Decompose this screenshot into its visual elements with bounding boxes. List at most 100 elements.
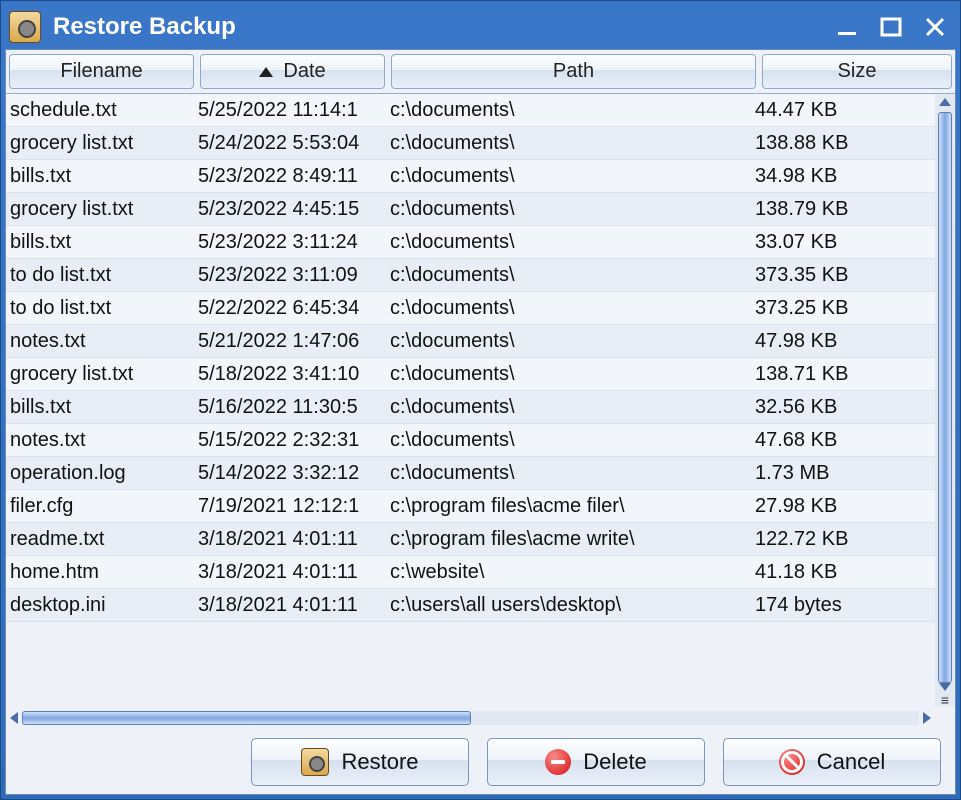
cell-path: c:\documents\ [386,363,755,386]
close-icon [924,16,946,38]
button-label: Restore [341,749,418,775]
cell-filename: to do list.txt [10,297,198,320]
maximize-icon [880,16,902,38]
close-button[interactable] [920,12,950,42]
cell-size: 44.47 KB [755,99,955,122]
cell-filename: filer.cfg [10,495,198,518]
content-panel: Filename Date Path Size schedule.txt5/25… [5,49,956,795]
window-controls [832,12,950,42]
cell-path: c:\users\all users\desktop\ [386,594,755,617]
cell-size: 32.56 KB [755,396,955,419]
table-row[interactable]: grocery list.txt5/24/2022 5:53:04c:\docu… [6,127,955,160]
cell-filename: home.htm [10,561,198,584]
table-row[interactable]: notes.txt5/15/2022 2:32:31c:\documents\4… [6,424,955,457]
cell-size: 33.07 KB [755,231,955,254]
delete-button[interactable]: Delete [487,738,705,786]
title-bar: Restore Backup [5,5,956,49]
horizontal-scrollbar[interactable] [6,706,955,730]
delete-icon [545,749,571,775]
cancel-button[interactable]: Cancel [723,738,941,786]
cancel-icon [779,749,805,775]
horizontal-scroll-track[interactable] [22,711,919,725]
cell-path: c:\documents\ [386,396,755,419]
button-label: Cancel [817,749,885,775]
cell-size: 1.73 MB [755,462,955,485]
table-row[interactable]: to do list.txt5/22/2022 6:45:34c:\docume… [6,292,955,325]
cell-date: 5/24/2022 5:53:04 [198,132,386,155]
cell-date: 3/18/2021 4:01:11 [198,561,386,584]
cell-path: c:\documents\ [386,198,755,221]
maximize-button[interactable] [876,12,906,42]
column-header-filename[interactable]: Filename [9,54,194,89]
table-row[interactable]: grocery list.txt5/23/2022 4:45:15c:\docu… [6,193,955,226]
cell-path: c:\documents\ [386,132,755,155]
cell-date: 5/23/2022 3:11:24 [198,231,386,254]
cell-date: 5/23/2022 4:45:15 [198,198,386,221]
column-header-label: Path [553,60,594,83]
scroll-options-icon[interactable]: ≡ [941,697,949,704]
horizontal-scroll-thumb[interactable] [22,711,471,725]
cell-filename: grocery list.txt [10,198,198,221]
cell-size: 34.98 KB [755,165,955,188]
cell-path: c:\program files\acme write\ [386,528,755,551]
table-row[interactable]: operation.log5/14/2022 3:32:12c:\documen… [6,457,955,490]
cell-size: 174 bytes [755,594,955,617]
table-row[interactable]: notes.txt5/21/2022 1:47:06c:\documents\4… [6,325,955,358]
cell-size: 138.71 KB [755,363,955,386]
cell-filename: schedule.txt [10,99,198,122]
column-header-label: Date [283,60,325,83]
cell-filename: grocery list.txt [10,363,198,386]
table-row[interactable]: filer.cfg7/19/2021 12:12:1c:\program fil… [6,490,955,523]
cell-size: 138.79 KB [755,198,955,221]
restore-backup-window: Restore Backup Filename Date Path [0,0,961,800]
cell-date: 3/18/2021 4:01:11 [198,528,386,551]
scroll-up-icon[interactable] [939,98,951,106]
table-row[interactable]: readme.txt3/18/2021 4:01:11c:\program fi… [6,523,955,556]
minimize-icon [836,16,858,38]
table-row[interactable]: home.htm3/18/2021 4:01:11c:\website\41.1… [6,556,955,589]
cell-filename: bills.txt [10,165,198,188]
table-row[interactable]: bills.txt5/16/2022 11:30:5c:\documents\3… [6,391,955,424]
column-header-size[interactable]: Size [762,54,952,89]
action-buttons: Restore Delete Cancel [6,730,955,794]
cell-filename: readme.txt [10,528,198,551]
cell-date: 7/19/2021 12:12:1 [198,495,386,518]
cell-filename: bills.txt [10,396,198,419]
cell-path: c:\documents\ [386,264,755,287]
cell-size: 373.25 KB [755,297,955,320]
cell-size: 138.88 KB [755,132,955,155]
cell-path: c:\documents\ [386,330,755,353]
table-row[interactable]: to do list.txt5/23/2022 3:11:09c:\docume… [6,259,955,292]
column-header-label: Size [838,60,877,83]
cell-path: c:\documents\ [386,165,755,188]
table-row[interactable]: bills.txt5/23/2022 8:49:11c:\documents\3… [6,160,955,193]
cell-filename: bills.txt [10,231,198,254]
cell-path: c:\documents\ [386,231,755,254]
scroll-right-icon[interactable] [923,712,931,724]
cell-date: 5/23/2022 3:11:09 [198,264,386,287]
scroll-down-icon[interactable] [939,683,951,691]
table-row[interactable]: grocery list.txt5/18/2022 3:41:10c:\docu… [6,358,955,391]
cell-date: 5/25/2022 11:14:1 [198,99,386,122]
minimize-button[interactable] [832,12,862,42]
cell-path: c:\documents\ [386,429,755,452]
column-header-path[interactable]: Path [391,54,756,89]
cell-size: 27.98 KB [755,495,955,518]
cell-filename: operation.log [10,462,198,485]
cell-date: 5/21/2022 1:47:06 [198,330,386,353]
scroll-left-icon[interactable] [10,712,18,724]
cell-size: 122.72 KB [755,528,955,551]
column-headers: Filename Date Path Size [6,50,955,94]
cell-date: 3/18/2021 4:01:11 [198,594,386,617]
table-row[interactable]: bills.txt5/23/2022 3:11:24c:\documents\3… [6,226,955,259]
vertical-scroll-thumb[interactable] [938,112,952,683]
table-row[interactable]: desktop.ini3/18/2021 4:01:11c:\users\all… [6,589,955,622]
cell-size: 373.35 KB [755,264,955,287]
cell-filename: to do list.txt [10,264,198,287]
cell-filename: grocery list.txt [10,132,198,155]
cell-filename: notes.txt [10,429,198,452]
restore-button[interactable]: Restore [251,738,469,786]
table-row[interactable]: schedule.txt5/25/2022 11:14:1c:\document… [6,94,955,127]
vertical-scrollbar[interactable]: ≡ [935,94,955,706]
column-header-date[interactable]: Date [200,54,385,89]
